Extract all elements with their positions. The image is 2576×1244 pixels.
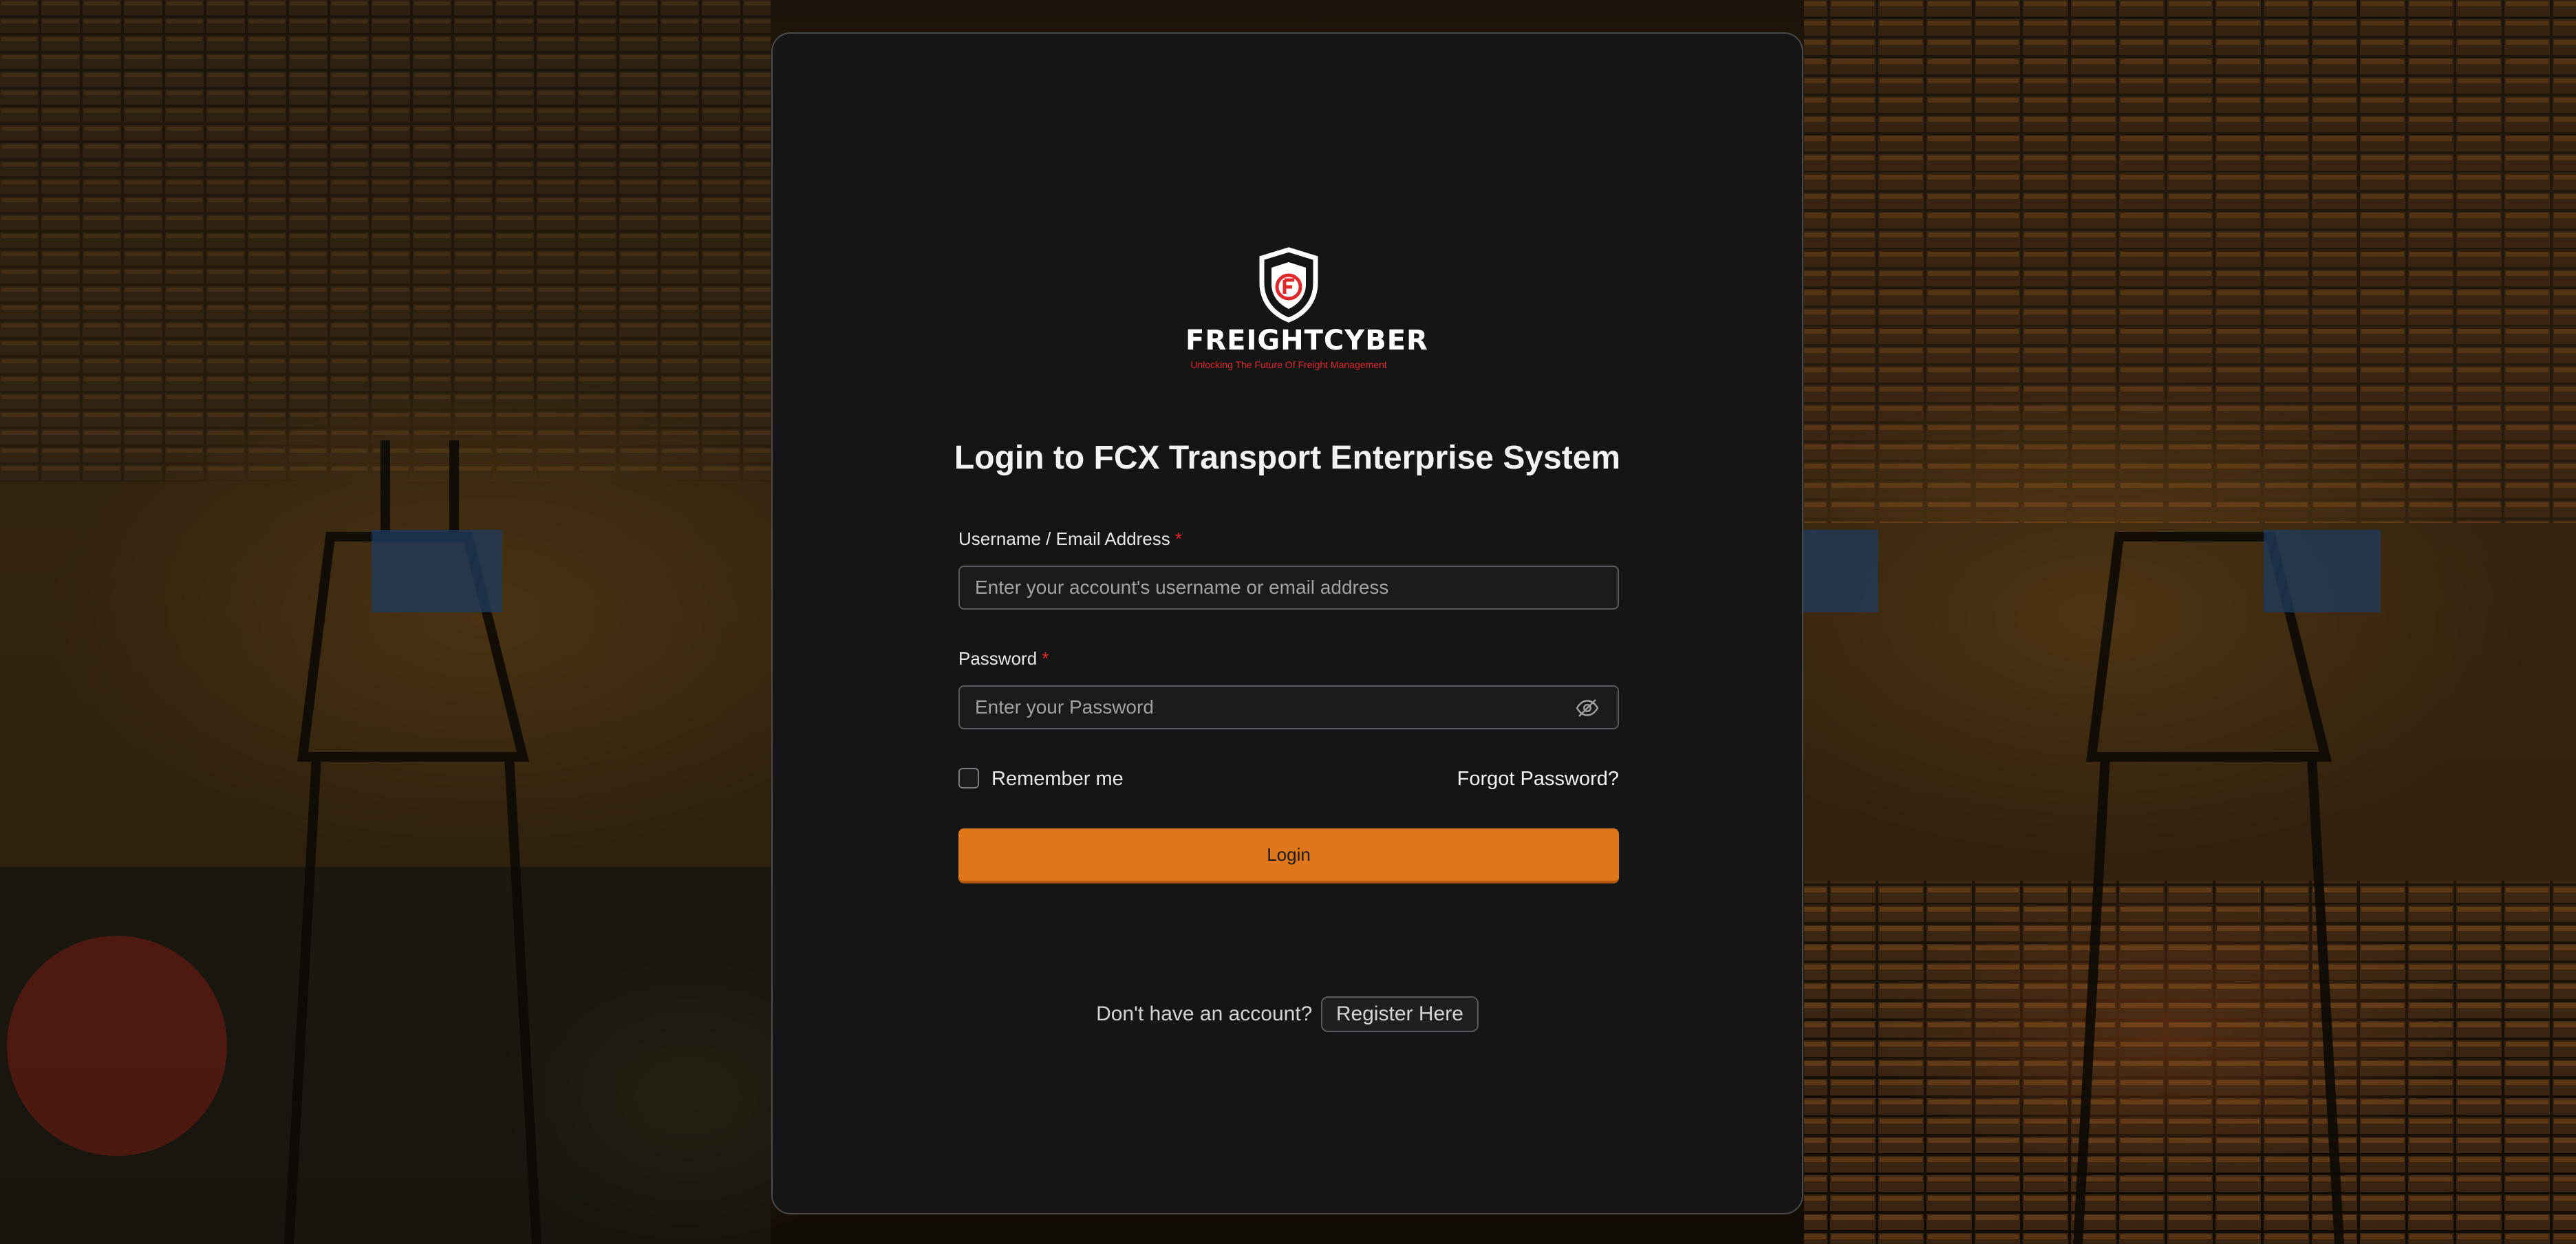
remember-me-checkbox[interactable] <box>958 768 979 789</box>
login-button[interactable]: Login <box>958 828 1619 883</box>
password-input[interactable] <box>958 685 1619 729</box>
logo-wordmark: FREIGHTCYBER <box>1185 325 1428 356</box>
remember-forgot-row: Remember me Forgot Password? <box>958 765 1619 793</box>
login-card: FREIGHTCYBER Unlocking The Future Of Fre… <box>771 32 1803 1214</box>
page-title: Login to FCX Transport Enterprise System <box>954 440 1621 476</box>
username-label: Username / Email Address * <box>958 528 1183 549</box>
shield-logo-icon <box>1259 247 1318 323</box>
brand-logo: FREIGHTCYBER Unlocking The Future Of Fre… <box>1185 247 1428 398</box>
register-row: Don't have an account? Register Here <box>773 995 1802 1033</box>
register-button[interactable]: Register Here <box>1320 996 1479 1032</box>
remember-me-label[interactable]: Remember me <box>991 765 1124 793</box>
eye-slash-icon[interactable] <box>1575 696 1600 720</box>
forgot-password-link[interactable]: Forgot Password? <box>1457 765 1619 793</box>
required-marker: * <box>1042 648 1049 669</box>
logo-tagline: Unlocking The Future Of Freight Manageme… <box>1190 359 1387 370</box>
register-prompt: Don't have an account? <box>1096 1002 1313 1025</box>
required-marker: * <box>1175 528 1183 549</box>
password-label: Password * <box>958 648 1049 669</box>
username-input[interactable] <box>958 566 1619 610</box>
